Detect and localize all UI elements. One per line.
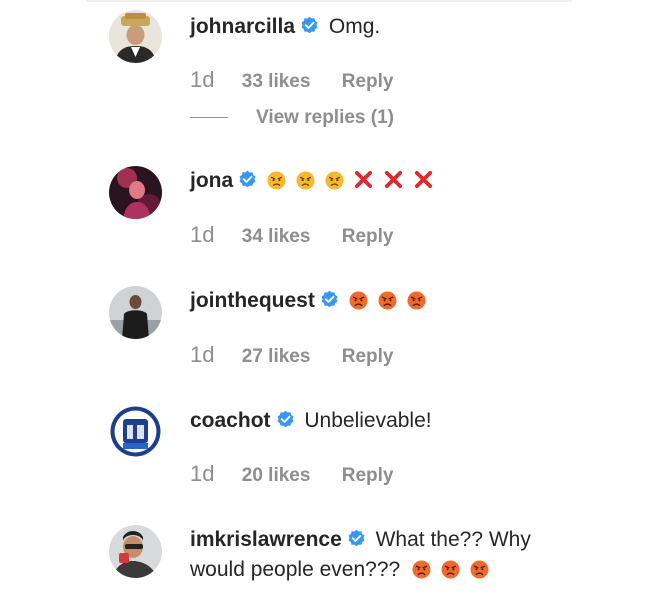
pouting-face-icon — [441, 560, 460, 579]
timestamp[interactable]: 1d — [190, 67, 214, 92]
cross-mark-icon — [414, 170, 433, 189]
username[interactable]: coachot — [190, 409, 271, 432]
verified-badge-icon — [238, 170, 257, 189]
timestamp[interactable]: 1d — [190, 222, 214, 247]
avatar[interactable] — [109, 166, 162, 219]
comment-body-line1: What the?? Why — [375, 528, 531, 551]
comment-meta: 1d 20 likes Reply — [190, 460, 393, 488]
verified-badge-icon — [347, 529, 366, 548]
pouting-face-icon — [470, 560, 489, 579]
comment-text-line: imkrislawrence What the?? Why — [190, 525, 531, 555]
angry-face-icon — [267, 171, 286, 190]
avatar[interactable] — [109, 10, 162, 63]
reply-button[interactable]: Reply — [342, 226, 394, 247]
comment-text-line: would people even??? — [190, 555, 499, 585]
divider — [86, 0, 572, 2]
username[interactable]: imkrislawrence — [190, 528, 342, 551]
likes-count[interactable]: 33 likes — [242, 71, 311, 92]
reply-button[interactable]: Reply — [342, 346, 394, 367]
reply-button[interactable]: Reply — [342, 71, 394, 92]
comment-meta: 1d 33 likes Reply — [190, 66, 393, 94]
comment-text-line: johnarcilla Omg. — [190, 12, 380, 42]
likes-count[interactable]: 20 likes — [242, 465, 311, 486]
comment-meta: 1d 27 likes Reply — [190, 341, 393, 369]
username[interactable]: jona — [190, 169, 233, 192]
verified-badge-icon — [320, 290, 339, 309]
likes-count[interactable]: 34 likes — [242, 226, 311, 247]
avatar[interactable] — [109, 286, 162, 339]
replies-dash — [190, 117, 228, 119]
username[interactable]: johnarcilla — [190, 15, 295, 38]
pouting-face-icon — [407, 291, 426, 310]
angry-face-icon — [296, 171, 315, 190]
pouting-face-icon — [349, 291, 368, 310]
comment-text-line: coachot Unbelievable! — [190, 406, 432, 436]
cross-mark-icon — [384, 170, 403, 189]
avatar[interactable] — [109, 525, 162, 578]
comment-text-line: jona — [190, 166, 444, 196]
pouting-face-icon — [412, 560, 431, 579]
comment-meta: 1d 34 likes Reply — [190, 221, 393, 249]
username[interactable]: jointhequest — [190, 289, 315, 312]
view-replies-label: View replies (1) — [256, 107, 394, 128]
view-replies-button[interactable]: View replies (1) — [190, 105, 394, 131]
verified-badge-icon — [276, 410, 295, 429]
pouting-face-icon — [378, 291, 397, 310]
angry-face-icon — [325, 171, 344, 190]
timestamp[interactable]: 1d — [190, 461, 214, 486]
reply-button[interactable]: Reply — [342, 465, 394, 486]
comment-body: Omg. — [328, 15, 381, 38]
comment-text-line: jointhequest — [190, 286, 436, 316]
comment-body-line2: would people even??? — [190, 558, 401, 581]
avatar[interactable] — [109, 405, 162, 458]
likes-count[interactable]: 27 likes — [242, 346, 311, 367]
comment-body: Unbelievable! — [304, 409, 432, 432]
cross-mark-icon — [354, 170, 373, 189]
verified-badge-icon — [300, 16, 319, 35]
timestamp[interactable]: 1d — [190, 342, 214, 367]
